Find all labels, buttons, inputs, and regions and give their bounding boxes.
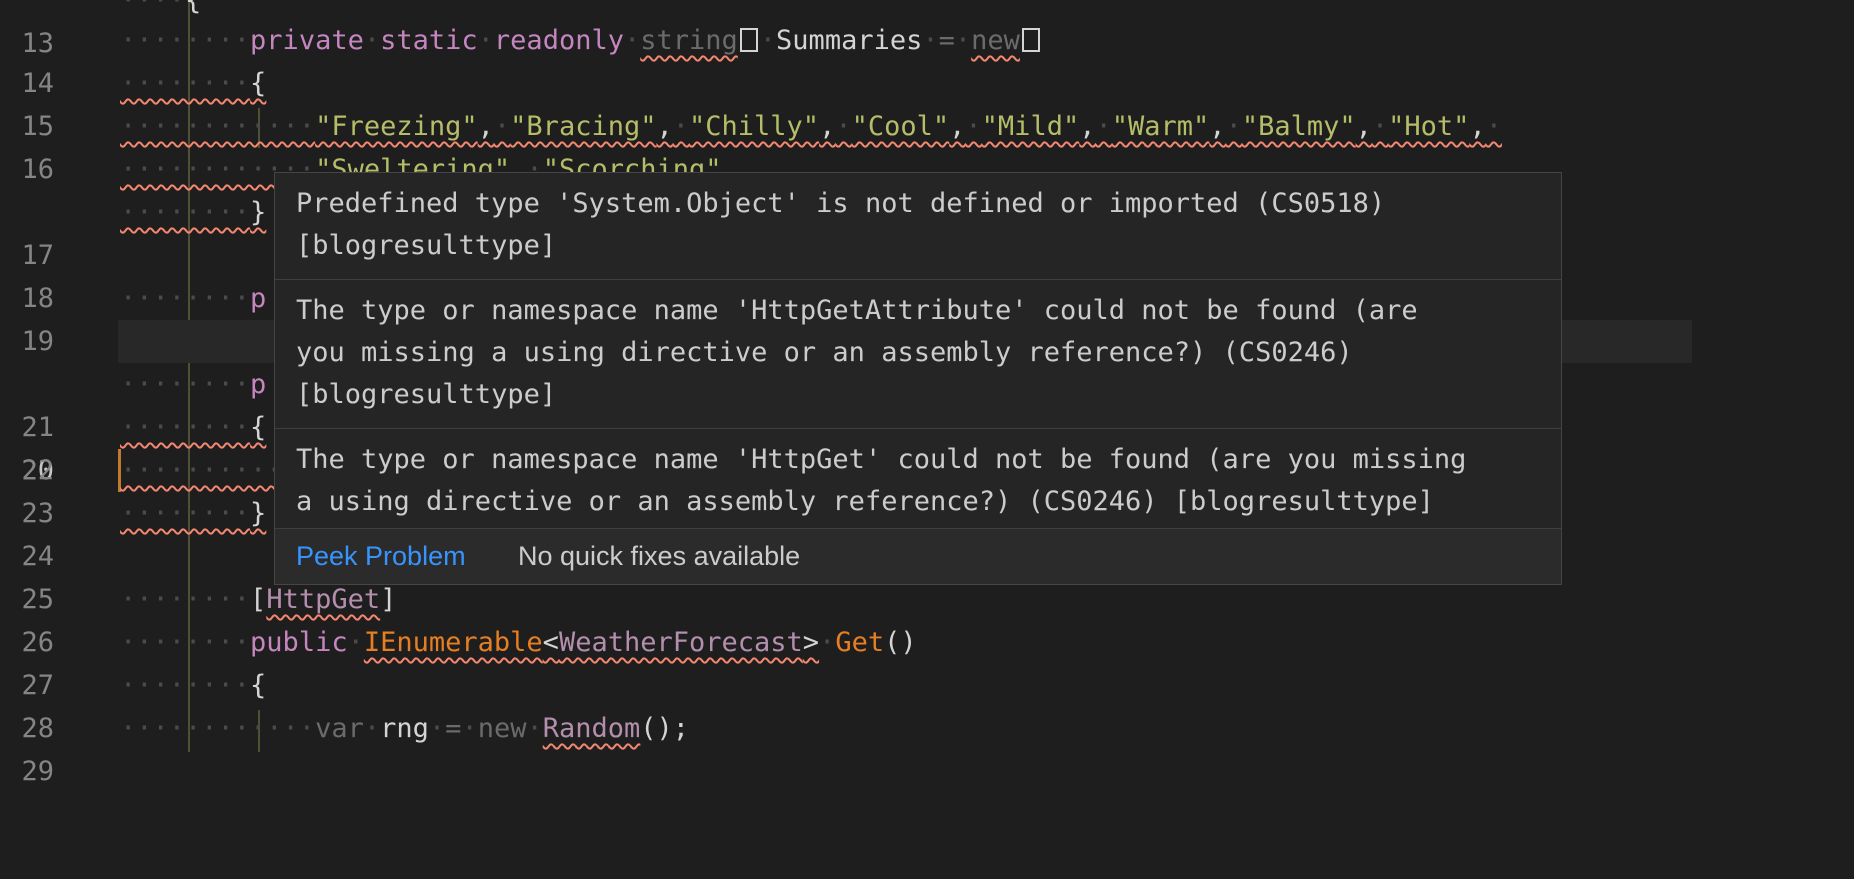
line-content: ········} — [120, 498, 267, 529]
line-content: ········private·static·readonly·string ·S… — [120, 19, 1042, 62]
line-content: ········{ — [120, 68, 267, 99]
error-squiggle[interactable]: IEnumerable<WeatherForecast> — [364, 627, 819, 658]
problem-hover-widget: Predefined type 'System.Object' is not d… — [274, 172, 1562, 585]
code-line[interactable]: 28 ········{ — [0, 664, 1854, 744]
diagnostic-message: Predefined type 'System.Object' is not d… — [275, 173, 1561, 280]
line-number: 29 — [21, 756, 54, 787]
diagnostic-message: The type or namespace name 'HttpGet' cou… — [296, 444, 1467, 517]
line-content: ········{ — [120, 412, 267, 443]
code-line[interactable]: 14 ········private·static·readonly·strin… — [0, 19, 1854, 99]
line-content: ········} — [120, 197, 267, 228]
hover-status-bar: Peek Problem No quick fixes available — [275, 528, 1561, 584]
diagnostic-message: The type or namespace name 'HttpGetAttri… — [275, 280, 1561, 429]
line-content: ·········· — [120, 455, 283, 486]
line-content: ········p — [120, 283, 267, 314]
line-content: ············"Freezing",·"Bracing",·"Chil… — [120, 111, 1502, 142]
error-squiggle[interactable]: HttpGet — [266, 584, 380, 615]
error-squiggle[interactable]: Random — [543, 713, 641, 744]
peek-problem-link[interactable]: Peek Problem — [296, 529, 466, 584]
line-content: ········{ — [120, 670, 267, 701]
error-squiggle[interactable]: new — [971, 25, 1042, 56]
code-line[interactable]: 16 ············"Freezing",·"Bracing",·"C… — [0, 105, 1854, 185]
no-quick-fixes-label: No quick fixes available — [518, 541, 801, 571]
code-line[interactable]: 15 ········{ — [0, 62, 1854, 142]
line-content: ········public·IEnumerable<WeatherForeca… — [120, 627, 917, 658]
code-line[interactable]: 29 ············var·rng·=·new·Random(); — [0, 707, 1854, 787]
line-content: ········p — [120, 369, 267, 400]
error-squiggle[interactable]: string — [640, 25, 760, 56]
line-content: ············var·rng·=·new·Random(); — [120, 713, 690, 744]
code-line[interactable]: 27 ········public·IEnumerable<WeatherFor… — [0, 621, 1854, 701]
code-editor[interactable]: 13 ····{ 14 ········private·static·reado… — [0, 0, 1854, 787]
